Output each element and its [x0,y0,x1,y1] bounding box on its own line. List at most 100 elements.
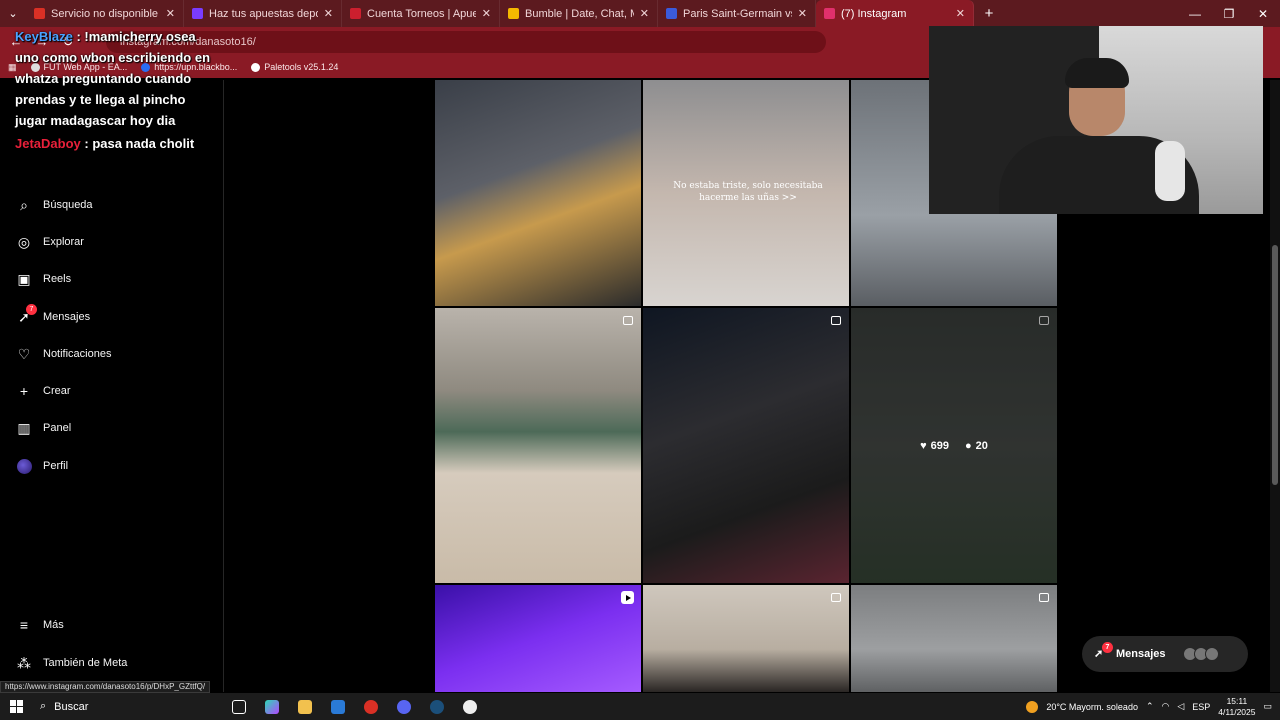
chat-username: JetaDaboy [15,136,81,151]
task-view-icon[interactable] [222,699,255,714]
browser-tab-active[interactable]: (7) Instagram ✕ [816,0,974,27]
copilot-icon[interactable] [255,699,288,714]
close-icon[interactable]: ✕ [798,7,807,20]
sidebar-item-perfil[interactable]: Perfil [16,458,68,474]
unread-badge: 7 [1102,642,1113,653]
close-icon[interactable]: ✕ [956,7,965,20]
browser-tab[interactable]: Bumble | Date, Chat, Meet New ✕ [500,0,658,27]
volume-icon[interactable]: ◁ [1177,701,1184,712]
weather-text[interactable]: 20°C Mayorm. soleado [1046,702,1138,712]
post-thumbnail[interactable]: No estaba triste, solo necesitaba hacerm… [643,80,849,306]
browser-tab[interactable]: Cuenta Torneos | Apuesta Total ✕ [342,0,500,27]
post-thumbnail-hovered[interactable]: ♥ 699 ● 20 [851,308,1057,583]
system-tray: 20°C Mayorm. soleado ⌃ ◠ ◁ ESP 15:11 4/11… [1026,696,1280,718]
meta-apps-icon: ⁂ [17,654,31,671]
heart-icon: ♥ [920,439,927,452]
sidebar-item-busqueda[interactable]: ⌕ Búsqueda [16,196,93,213]
sidebar-item-label: Crear [43,385,71,397]
messenger-icon: ➚ 7 [1094,642,1113,661]
sidebar-item-notificaciones[interactable]: ♡ Notificaciones [16,346,112,362]
discord-icon[interactable] [387,699,420,714]
avatar [16,458,32,474]
sidebar-item-label: También de Meta [43,657,128,669]
bookmark-item[interactable]: Paletools v25.1.24 [251,62,338,72]
chrome-icon[interactable] [354,699,387,714]
close-icon[interactable]: ✕ [324,7,333,20]
tab-label: Paris Saint-Germain vs FC Baye [683,7,792,20]
sidebar-item-mensajes[interactable]: ➚ 7 Mensajes [16,304,91,325]
tab-label: Cuenta Torneos | Apuesta Total [367,7,476,20]
message-avatars [1182,647,1219,661]
sidebar-item-label: Explorar [43,236,84,248]
scrollbar-thumb[interactable] [1272,245,1278,485]
chat-message: KeyBlaze : !mamicherry osea uno como wbo… [15,26,215,131]
page-scrollbar[interactable] [1270,80,1280,692]
chat-message: JetaDaboy : pasa nada cholit [15,133,215,154]
tab-search-menu-button[interactable]: ⌄ [0,0,26,27]
close-icon[interactable]: ✕ [640,7,649,20]
close-icon[interactable]: ✕ [482,7,491,20]
chat-text: : pasa nada cholit [84,136,195,151]
comments-stat: ● 20 [965,440,988,452]
tab-favicon-icon [192,8,203,19]
link-status-url: https://www.instagram.com/danasoto16/p/D… [0,681,211,693]
sidebar-item-meta[interactable]: ⁂ También de Meta [16,655,127,671]
webcam-overlay [929,26,1263,214]
chevron-up-icon[interactable]: ⌃ [1146,701,1154,712]
chat-username: KeyBlaze [15,29,73,44]
sidebar-item-crear[interactable]: + Crear [16,383,71,399]
browser-tab[interactable]: Paris Saint-Germain vs FC Baye ✕ [658,0,816,27]
messages-label: Mensajes [1116,648,1166,660]
sidebar-item-explorar[interactable]: ◎ Explorar [16,234,84,250]
likes-stat: ♥ 699 [920,440,949,452]
instagram-favicon-icon [824,8,835,19]
window-controls: — ❐ ✕ [1178,7,1280,21]
taskbar-search[interactable]: ⌕ Buscar [32,693,222,720]
tab-favicon-icon [666,8,677,19]
start-button[interactable] [0,700,32,713]
weather-icon[interactable] [1026,700,1039,713]
sidebar-item-label: Notificaciones [43,348,112,360]
post-thumbnail[interactable] [643,308,849,583]
file-explorer-icon[interactable] [288,699,321,714]
sidebar-item-panel[interactable]: ▥ Panel [16,420,71,436]
tab-label: Servicio no disponible [51,7,159,20]
minimize-icon[interactable]: — [1178,7,1212,21]
tab-favicon-icon [350,8,361,19]
sidebar-item-reels[interactable]: ▣ Reels [16,271,71,287]
post-thumbnail[interactable] [435,80,641,306]
compass-icon: ◎ [17,233,31,250]
search-icon: ⌕ [20,196,28,213]
taskbar-clock[interactable]: 15:11 4/11/2025 [1218,696,1255,718]
sidebar-item-mas[interactable]: ≡ Más [16,617,64,633]
browser-tab[interactable]: Haz tus apuestas deportivas on ✕ [184,0,342,27]
sidebar-item-label: Mensajes [43,311,91,323]
close-window-icon[interactable]: ✕ [1246,7,1280,21]
tab-label: Haz tus apuestas deportivas on [209,7,318,20]
tab-label: (7) Instagram [841,7,907,20]
language-indicator[interactable]: ESP [1192,702,1210,712]
restore-icon[interactable]: ❐ [1212,7,1246,21]
chart-icon: ▥ [17,419,31,436]
carousel-icon [623,316,633,325]
browser-tab-bar: ⌄ Servicio no disponible ✕ Haz tus apuest… [0,0,1280,27]
bookmark-label: Paletools v25.1.24 [264,62,339,72]
messages-floating-button[interactable]: ➚ 7 Mensajes [1082,636,1248,672]
new-tab-button[interactable]: + [974,5,1004,22]
post-thumbnail[interactable] [851,585,1057,692]
store-icon[interactable] [321,699,354,714]
close-icon[interactable]: ✕ [166,7,175,20]
likes-count: 699 [930,439,949,452]
carousel-icon [831,593,841,602]
sidebar-item-label: Búsqueda [43,199,93,211]
notifications-icon[interactable]: ▭ [1263,701,1272,712]
wifi-icon[interactable]: ◠ [1162,701,1170,712]
post-hover-stats: ♥ 699 ● 20 [851,308,1057,583]
post-thumbnail[interactable] [435,585,641,692]
steam-icon[interactable] [420,699,453,714]
post-thumbnail[interactable] [435,308,641,583]
time-text: 15:11 [1226,695,1248,706]
post-thumbnail[interactable] [643,585,849,692]
obs-icon[interactable] [453,699,486,714]
browser-tab[interactable]: Servicio no disponible ✕ [26,0,184,27]
